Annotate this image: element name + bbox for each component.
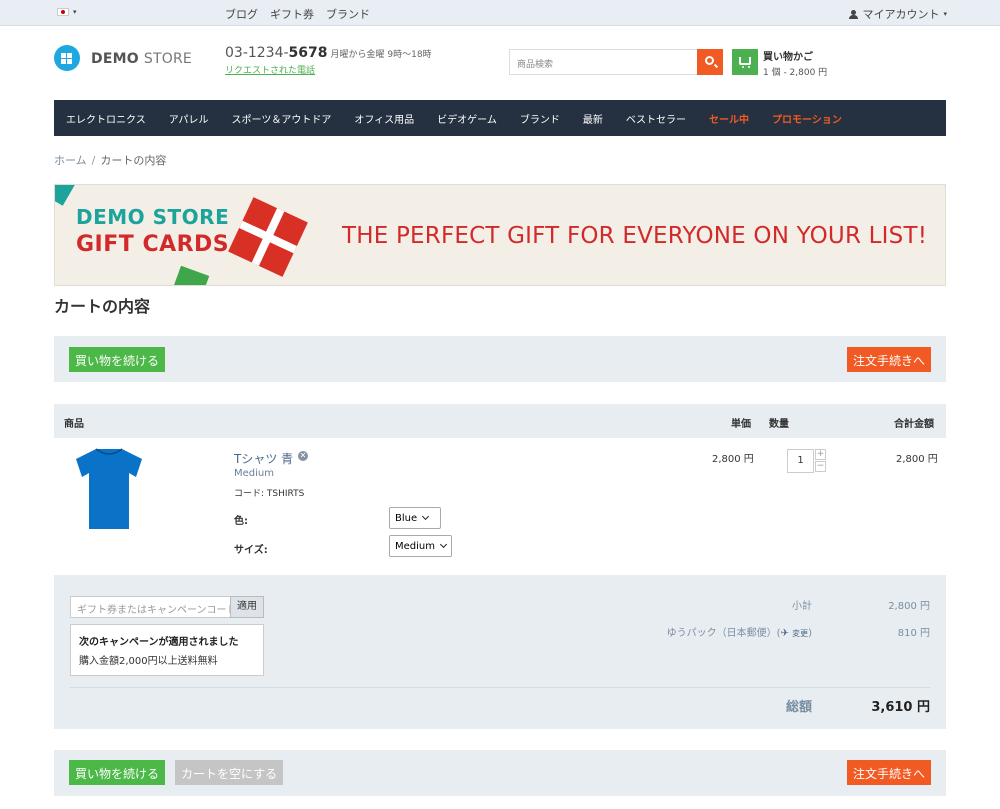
checkout-button-bottom[interactable]: 注文手続きへ xyxy=(846,760,931,785)
cart-summary[interactable]: 1 個 - 2,800 円 xyxy=(763,65,827,78)
summary-divider xyxy=(70,687,930,688)
breadcrumb: ホーム / カートの内容 xyxy=(54,152,166,168)
subtotal-value: 2,800 円 xyxy=(888,601,930,612)
phone-prefix: 03-1234- xyxy=(225,45,289,61)
search-icon xyxy=(705,56,714,65)
top-link-blog[interactable]: ブログ xyxy=(225,6,258,22)
shipping-method-label: ゆうパック（日本郵便） xyxy=(666,628,777,639)
top-actions-bar: 買い物を続ける 注文手続きへ xyxy=(54,336,946,382)
product-variant: Medium xyxy=(234,468,274,479)
gift-card-banner[interactable]: DEMO STORE GIFT CARDS THE PERFECT GIFT F… xyxy=(54,184,946,286)
product-name[interactable]: Tシャツ 青 xyxy=(234,450,293,467)
header-qty: 数量 xyxy=(769,419,789,430)
unit-price: 2,800 円 xyxy=(712,454,754,465)
phone-bold: 5678 xyxy=(288,45,328,61)
account-caret-icon: ▾ xyxy=(943,10,947,18)
nav-item-office[interactable]: オフィス用品 xyxy=(354,111,414,126)
size-select[interactable]: Medium xyxy=(389,535,452,557)
product-code: コード: TSHIRTS xyxy=(234,489,305,499)
logo-word-demo: DEMO xyxy=(91,51,139,67)
page-title: カートの内容 xyxy=(54,297,151,316)
bottom-actions-bar: 買い物を続ける カートを空にする 注文手続きへ xyxy=(54,750,946,796)
logo-word-store: STORE xyxy=(143,51,192,67)
my-account-label: マイアカウント xyxy=(862,8,940,21)
nav-item-video-games[interactable]: ビデオゲーム xyxy=(437,111,497,126)
grand-total-label: 総額 xyxy=(786,700,813,715)
nav-item-sale[interactable]: セール中 xyxy=(709,111,749,126)
cart-icon xyxy=(739,57,751,68)
header-unit-price: 単価 xyxy=(731,419,751,430)
red-gift-box-icon xyxy=(228,197,308,277)
nav-item-electronics[interactable]: エレクトロニクス xyxy=(66,111,146,126)
apply-coupon-button[interactable]: 適用 xyxy=(230,596,264,618)
cart-table-header: 商品 単価 数量 合計金額 xyxy=(54,404,946,438)
banner-corner-decoration xyxy=(55,185,76,206)
nav-item-brands[interactable]: ブランド xyxy=(520,111,560,126)
color-select[interactable]: Blue xyxy=(389,507,441,529)
quantity-increase-button[interactable]: + xyxy=(815,449,826,460)
shipping-value: 810 円 xyxy=(897,628,930,639)
subtotal-label: 小計 xyxy=(792,601,812,612)
quantity-decrease-button[interactable]: − xyxy=(815,461,826,472)
top-link-brands[interactable]: ブランド xyxy=(326,6,370,22)
callback-request-link[interactable]: リクエストされた電話 xyxy=(225,63,315,76)
size-option-label: サイズ: xyxy=(234,545,268,556)
color-option-label: 色: xyxy=(234,516,248,527)
japan-flag-icon[interactable] xyxy=(57,8,69,16)
phone-number: 03-1234-5678 月曜から金曜 9時～18時 xyxy=(225,45,432,61)
nav-item-bestsellers[interactable]: ベストセラー xyxy=(626,111,686,126)
row-total: 2,800 円 xyxy=(896,454,938,465)
breadcrumb-current: カートの内容 xyxy=(100,154,167,167)
business-hours: 月曜から金曜 9時～18時 xyxy=(330,50,432,60)
my-account-menu[interactable]: マイアカウント ▾ xyxy=(849,6,947,22)
banner-line-2: GIFT CARDS xyxy=(76,232,230,257)
store-logo-text[interactable]: DEMO STORE xyxy=(91,51,192,67)
banner-line-1: DEMO STORE xyxy=(76,205,230,229)
clear-cart-button[interactable]: カートを空にする xyxy=(175,760,284,785)
tshirt-product-image[interactable] xyxy=(74,447,144,531)
change-shipping-link[interactable]: 変更 xyxy=(792,629,808,638)
grand-total-value: 3,610 円 xyxy=(871,700,930,715)
green-gift-box-icon xyxy=(170,265,210,285)
size-select-value: Medium xyxy=(395,540,435,552)
header-product: 商品 xyxy=(64,419,84,430)
breadcrumb-separator: / xyxy=(91,154,96,167)
tshirt-shape xyxy=(76,449,142,529)
promotion-description: 購入金額2,000円以上送料無料 xyxy=(79,656,218,667)
chevron-down-icon xyxy=(439,540,448,549)
cart-button[interactable] xyxy=(732,49,758,75)
remove-item-icon[interactable]: ✕ xyxy=(298,451,308,461)
nav-item-apparel[interactable]: アパレル xyxy=(169,111,209,126)
color-select-value: Blue xyxy=(395,512,418,524)
continue-shopping-button-top[interactable]: 買い物を続ける xyxy=(69,347,166,372)
coupon-code-input[interactable]: ギフト券またはキャンペーンコード xyxy=(70,596,231,618)
top-links: ブログ ギフト券 ブランド xyxy=(225,6,370,22)
shipping-paren-close: ) xyxy=(808,628,812,639)
breadcrumb-home[interactable]: ホーム xyxy=(54,154,87,167)
cart-title[interactable]: 買い物かご xyxy=(763,48,813,63)
quantity-input[interactable]: 1 xyxy=(787,449,814,473)
nav-item-sports-outdoors[interactable]: スポーツ＆アウトドア xyxy=(232,111,332,126)
checkout-button-top[interactable]: 注文手続きへ xyxy=(846,347,931,372)
continue-shopping-button-bottom[interactable]: 買い物を続ける xyxy=(69,760,166,785)
chevron-down-icon xyxy=(422,512,430,521)
top-link-gift-cards[interactable]: ギフト券 xyxy=(270,6,314,22)
language-caret-icon[interactable]: ▾ xyxy=(73,8,77,16)
shipping-row: ゆうパック（日本郵便）(✈ 変更) xyxy=(667,624,812,639)
user-icon xyxy=(849,9,859,19)
cart-summary-panel: ギフト券またはキャンペーンコード 適用 次のキャンペーンが適用されました 購入金… xyxy=(54,575,946,729)
search-input[interactable]: 商品検索 xyxy=(509,49,697,75)
top-bar: ▾ ブログ ギフト券 ブランド マイアカウント ▾ xyxy=(0,0,1000,26)
nav-item-new[interactable]: 最新 xyxy=(583,111,603,126)
store-logo-icon[interactable] xyxy=(54,45,80,71)
applied-promotion-box: 次のキャンペーンが適用されました 購入金額2,000円以上送料無料 xyxy=(70,624,264,676)
search-button[interactable] xyxy=(697,49,723,75)
nav-item-promotions[interactable]: プロモーション xyxy=(772,111,842,126)
promotion-title: 次のキャンペーンが適用されました xyxy=(79,637,239,648)
header-total: 合計金額 xyxy=(894,419,934,430)
main-nav: エレクトロニクス アパレル スポーツ＆アウトドア オフィス用品 ビデオゲーム ブ… xyxy=(54,100,946,136)
banner-tagline: THE PERFECT GIFT FOR EVERYONE ON YOUR LI… xyxy=(342,223,928,249)
plane-icon: ✈ xyxy=(780,628,789,639)
